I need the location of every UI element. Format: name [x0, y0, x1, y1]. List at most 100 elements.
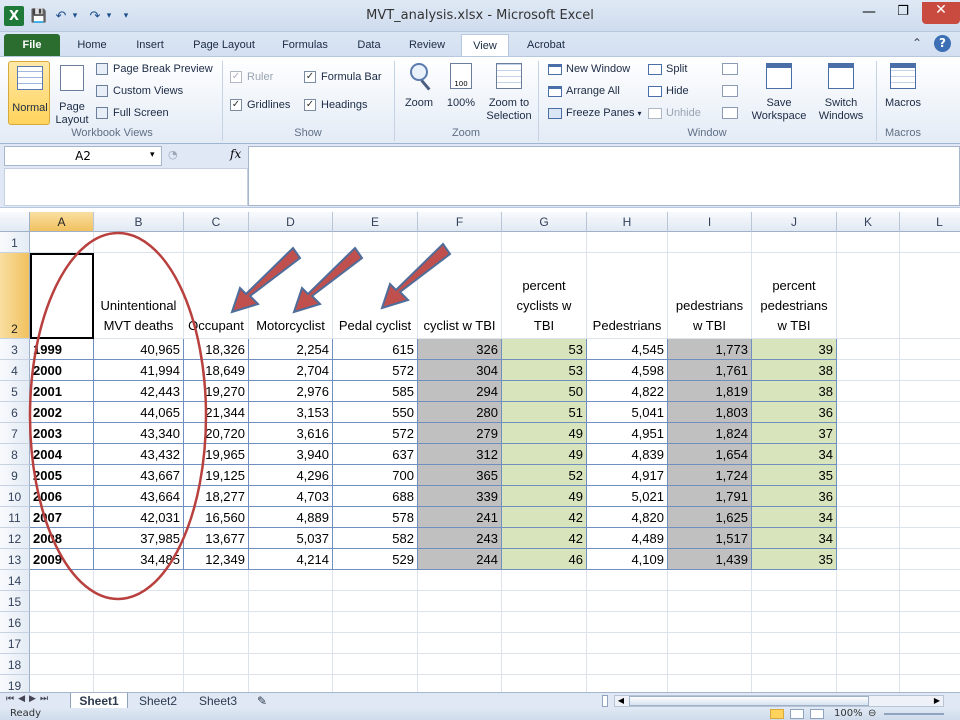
view-side-by-side-icon[interactable]	[722, 63, 738, 75]
arrow-to-pedal-cyclist	[380, 242, 452, 310]
macros-button[interactable]: Macros	[882, 61, 924, 123]
insert-sheet-icon[interactable]: ✎	[250, 693, 274, 709]
arrange-all-label: Arrange All	[566, 85, 620, 97]
zoom-group-label: Zoom	[451, 127, 481, 139]
sheet-tab-sheet3[interactable]: Sheet3	[190, 693, 246, 709]
insert-function-icon[interactable]: fx	[230, 147, 241, 161]
tab-formulas[interactable]: Formulas	[272, 34, 338, 56]
ribbon-separator	[876, 61, 877, 141]
status-ready: Ready	[10, 708, 42, 719]
scroll-right-icon[interactable]: ▶	[931, 696, 943, 706]
unhide-label: Unhide	[666, 107, 701, 119]
synchronous-scrolling-icon[interactable]	[722, 85, 738, 97]
split-label: Split	[666, 63, 688, 75]
freeze-panes-label: Freeze Panes	[566, 107, 635, 119]
save-workspace-button[interactable]: Save Workspace	[750, 61, 808, 123]
page-break-preview-button[interactable]: Page Break Preview	[96, 63, 213, 75]
worksheet-grid[interactable]: ABCDEFGHIJKL 1 2 3 4 5 6 7 8 9 10 11 12 13 14 15 16 17 18…	[0, 208, 960, 692]
tab-insert[interactable]: Insert	[124, 34, 176, 56]
full-screen-button[interactable]: Full Screen	[96, 107, 169, 119]
normal-view-status-icon[interactable]	[770, 709, 784, 719]
switch-windows-button[interactable]: Switch Windows	[810, 61, 872, 123]
excel-window: X 💾 ↶ ▾ ↷ ▾ ▾ MVT_analysis.xlsx - Micros…	[0, 0, 960, 720]
zoom-100-button[interactable]: 100 100%	[442, 61, 480, 123]
formula-input[interactable]	[248, 146, 960, 206]
hide-button[interactable]: Hide	[648, 85, 689, 97]
zoom-label: Zoom	[404, 97, 434, 109]
formula-bar-left-pane	[4, 168, 248, 206]
gridlines-checkbox[interactable]: ✓ Gridlines	[230, 99, 290, 111]
tab-split-handle[interactable]	[602, 695, 608, 707]
status-bar: Ready 100% ⊖	[0, 708, 960, 720]
annotation-layer	[28, 231, 452, 601]
minimize-ribbon-icon[interactable]: ⌃	[912, 36, 922, 50]
page-layout-label-2: Layout	[55, 114, 89, 126]
name-box[interactable]: A2	[4, 146, 162, 166]
cancel-entry-icon[interactable]: ◔	[168, 148, 180, 162]
macros-icon	[890, 63, 916, 89]
page-break-icon	[96, 63, 108, 75]
ribbon-tabs: File Home Insert Page Layout Formulas Da…	[0, 32, 960, 56]
zoom-button[interactable]: Zoom	[400, 61, 438, 123]
tab-review[interactable]: Review	[400, 34, 454, 56]
macros-label: Macros	[884, 97, 922, 109]
window-title: MVT_analysis.xlsx - Microsoft Excel	[366, 8, 594, 23]
page-layout-view-button[interactable]: Page Layout	[52, 61, 92, 126]
split-icon	[648, 63, 662, 75]
page-layout-icon	[60, 65, 84, 91]
tab-page-layout[interactable]: Page Layout	[184, 34, 264, 56]
ruler-checkbox[interactable]: ✓ Ruler	[230, 71, 273, 83]
arrange-all-button[interactable]: Arrange All	[548, 85, 620, 97]
horizontal-scrollbar[interactable]: ◀ ▶	[614, 695, 944, 707]
new-window-button[interactable]: New Window	[548, 63, 630, 75]
minimize-icon[interactable]: —	[854, 4, 884, 24]
unhide-icon	[648, 107, 662, 119]
sheet-tab-sheet2[interactable]: Sheet2	[130, 693, 186, 709]
page-layout-status-icon[interactable]	[790, 709, 804, 719]
arrow-to-occupant	[230, 246, 302, 314]
freeze-panes-icon	[548, 107, 562, 119]
formula-bar-check-icon: ✓	[304, 71, 316, 83]
magnifier-handle	[420, 79, 431, 91]
red-ellipse-annotation	[28, 231, 208, 601]
restore-icon[interactable]: ❐	[888, 4, 918, 24]
custom-views-label: Custom Views	[113, 85, 184, 97]
headings-label: Headings	[321, 99, 368, 111]
save-workspace-label-2: Workspace	[751, 110, 807, 122]
unhide-button[interactable]: Unhide	[648, 107, 701, 119]
formula-bar-checkbox[interactable]: ✓ Formula Bar	[304, 71, 382, 83]
gridlines-check-icon: ✓	[230, 99, 242, 111]
ribbon-separator	[222, 61, 223, 141]
tab-home[interactable]: Home	[68, 34, 116, 56]
switch-windows-label-2: Windows	[818, 110, 864, 122]
zoom-to-selection-button[interactable]: Zoom to Selection	[484, 61, 534, 123]
page-break-status-icon[interactable]	[810, 709, 824, 719]
split-button[interactable]: Split	[648, 63, 687, 75]
sheet-nav-arrows-icon[interactable]: ⏮◀▶⏭	[6, 694, 52, 704]
tab-acrobat[interactable]: Acrobat	[516, 34, 576, 56]
ribbon-separator	[394, 61, 395, 141]
page-break-preview-label: Page Break Preview	[113, 63, 213, 75]
reset-window-position-icon[interactable]	[722, 107, 738, 119]
normal-view-icon	[17, 66, 43, 90]
zoom-level[interactable]: 100%	[834, 708, 863, 719]
close-icon[interactable]: ✕	[922, 2, 960, 24]
zoom-100-label: 100%	[446, 97, 476, 109]
tab-data[interactable]: Data	[346, 34, 392, 56]
tab-view[interactable]: View	[461, 34, 509, 56]
sheet-tab-sheet1[interactable]: Sheet1	[70, 693, 128, 709]
name-box-dropdown-icon[interactable]: ▾	[150, 150, 155, 160]
scrollbar-thumb[interactable]	[629, 696, 869, 706]
window-group-label: Window	[687, 127, 727, 139]
tab-file[interactable]: File	[4, 34, 60, 56]
zoom-out-icon[interactable]: ⊖	[868, 708, 880, 719]
help-icon[interactable]: ?	[934, 35, 951, 52]
headings-checkbox[interactable]: ✓ Headings	[304, 99, 367, 111]
normal-view-button[interactable]: Normal	[8, 61, 50, 125]
zoom-slider[interactable]	[884, 713, 944, 715]
page-layout-label-1: Page	[59, 101, 85, 113]
new-window-label: New Window	[566, 63, 631, 75]
scroll-left-icon[interactable]: ◀	[615, 696, 627, 706]
freeze-panes-button[interactable]: Freeze Panes ▾	[548, 107, 642, 119]
custom-views-button[interactable]: Custom Views	[96, 85, 183, 97]
